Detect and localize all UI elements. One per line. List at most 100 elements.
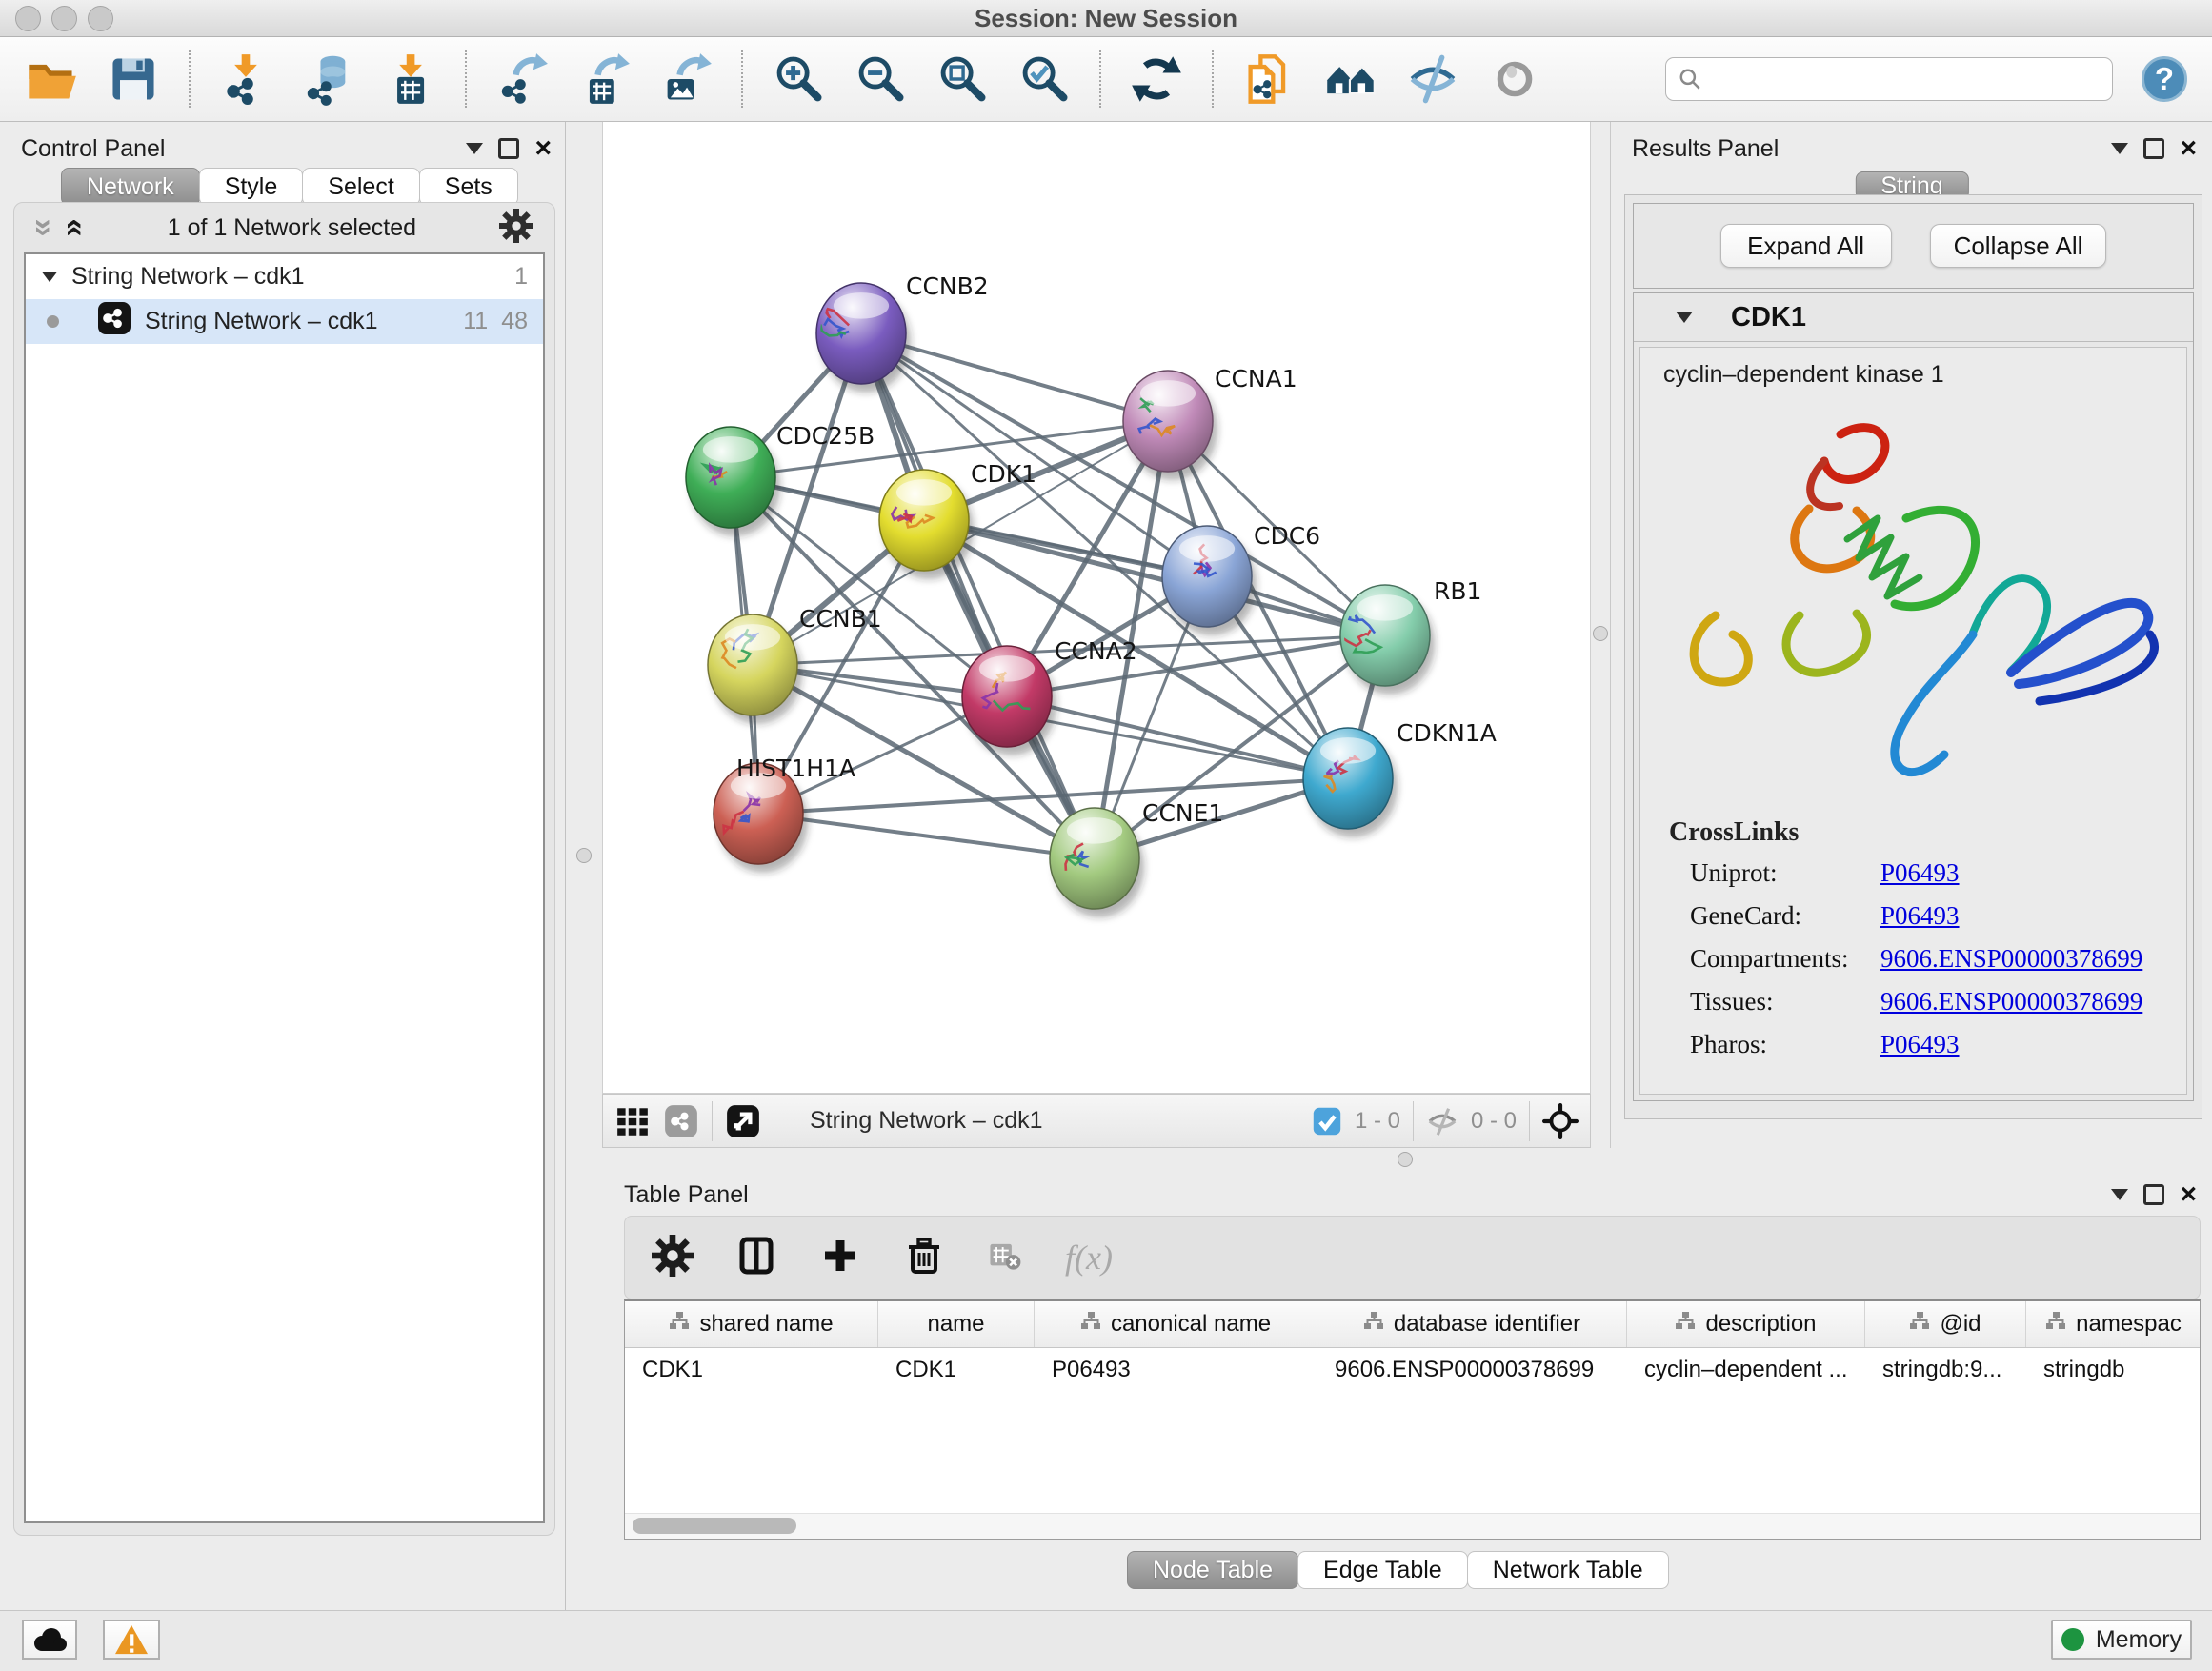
network-node-CDKN1A[interactable]: CDKN1A — [1303, 719, 1497, 837]
results-panel-float-icon[interactable] — [2111, 143, 2128, 154]
warnings-button[interactable] — [103, 1620, 160, 1660]
horizontal-splitter[interactable] — [602, 1148, 2212, 1172]
column-header--id[interactable]: @id — [1865, 1301, 2026, 1347]
tab-style[interactable]: Style — [199, 168, 304, 206]
zoom-in-icon[interactable] — [772, 52, 825, 106]
column-header-database-identifier[interactable]: database identifier — [1317, 1301, 1627, 1347]
column-header-shared-name[interactable]: shared name — [625, 1301, 878, 1347]
network-node-CCNB1[interactable]: CCNB1 — [708, 605, 882, 724]
network-edge[interactable] — [861, 333, 1095, 858]
table-cell[interactable]: 9606.ENSP00000378699 — [1317, 1348, 1627, 1392]
column-header-canonical-name[interactable]: canonical name — [1035, 1301, 1317, 1347]
table-cell[interactable]: CDK1 — [625, 1348, 878, 1392]
refresh-icon[interactable] — [1130, 52, 1183, 106]
fit-selected-crosshair-icon[interactable] — [1542, 1103, 1579, 1139]
network-from-document-icon[interactable] — [1242, 52, 1296, 106]
tab-network-table[interactable]: Network Table — [1467, 1551, 1669, 1589]
network-node-CCNE1[interactable]: CCNE1 — [1050, 799, 1223, 917]
table-row[interactable]: CDK1CDK1P064939606.ENSP00000378699cyclin… — [625, 1348, 2200, 1392]
right-splitter[interactable] — [1591, 122, 1610, 1148]
network-options-gear-icon[interactable] — [499, 209, 533, 248]
results-panel-maximize-icon[interactable] — [2143, 138, 2164, 159]
tab-edge-table[interactable]: Edge Table — [1297, 1551, 1468, 1589]
network-canvas[interactable]: CCNB2 CCNA1 CDC25B CDK1 CDC6 RB1 CCNB1 C… — [602, 122, 1591, 1094]
table-cell[interactable]: P06493 — [1035, 1348, 1317, 1392]
expand-all-button[interactable]: Expand All — [1720, 224, 1892, 268]
left-splitter-handle[interactable] — [576, 848, 592, 863]
control-panel-float-icon[interactable] — [466, 143, 483, 154]
zoom-out-icon[interactable] — [854, 52, 907, 106]
table-cell[interactable]: stringdb:9... — [1865, 1348, 2026, 1392]
crosslink-link[interactable]: P06493 — [1880, 1030, 1960, 1059]
network-collection-row[interactable]: String Network – cdk1 1 — [26, 254, 543, 299]
tab-select[interactable]: Select — [302, 168, 419, 206]
crosslink-link[interactable]: 9606.ENSP00000378699 — [1880, 944, 2142, 974]
table-panel-maximize-icon[interactable] — [2143, 1184, 2164, 1205]
search-box[interactable] — [1665, 57, 2113, 101]
left-splitter[interactable] — [566, 122, 602, 1610]
results-panel-close-icon[interactable]: × — [2180, 139, 2197, 158]
network-share-icon[interactable] — [663, 1103, 699, 1139]
collection-expand-icon[interactable] — [42, 272, 56, 281]
zoom-fit-icon[interactable] — [935, 52, 989, 106]
zoom-selected-icon[interactable] — [1017, 52, 1071, 106]
collapse-all-icon[interactable]: » — [34, 219, 53, 237]
save-session-icon[interactable] — [107, 52, 160, 106]
network-node-CCNA2[interactable]: CCNA2 — [962, 637, 1137, 755]
import-network-database-icon[interactable] — [301, 52, 354, 106]
export-table-icon[interactable] — [577, 52, 631, 106]
expand-all-icon[interactable]: « — [66, 219, 85, 237]
network-node-CDK1[interactable]: CDK1 — [879, 460, 1036, 579]
table-cell[interactable]: cyclin–dependent ... — [1627, 1348, 1865, 1392]
network-node-CDC25B[interactable]: CDC25B — [686, 422, 875, 536]
collapse-all-button[interactable]: Collapse All — [1930, 224, 2107, 268]
selected-checkbox-icon[interactable] — [1312, 1106, 1342, 1137]
birdseye-grid-icon[interactable] — [614, 1103, 651, 1139]
tab-sets[interactable]: Sets — [419, 168, 518, 206]
node-entry-header[interactable]: CDK1 — [1634, 293, 2193, 342]
right-splitter-handle[interactable] — [1593, 626, 1608, 641]
column-header-description[interactable]: description — [1627, 1301, 1865, 1347]
network-node-CCNB2[interactable]: CCNB2 — [815, 272, 989, 393]
add-column-icon[interactable] — [819, 1235, 861, 1281]
show-all-icon[interactable] — [1488, 52, 1541, 106]
cloud-status-button[interactable] — [22, 1620, 77, 1660]
hidden-eye-icon[interactable] — [1426, 1105, 1458, 1137]
table-hscrollbar[interactable] — [625, 1513, 2200, 1539]
memory-button[interactable]: Memory — [2051, 1620, 2192, 1660]
network-node-CDC6[interactable]: CDC6 — [1162, 522, 1320, 635]
control-panel-close-icon[interactable]: × — [534, 139, 552, 158]
horizontal-splitter-handle[interactable] — [1398, 1152, 1413, 1167]
control-panel-maximize-icon[interactable] — [498, 138, 519, 159]
tab-network[interactable]: Network — [61, 168, 200, 206]
show-columns-icon[interactable] — [735, 1235, 777, 1281]
open-session-icon[interactable] — [25, 52, 78, 106]
hide-selection-icon[interactable] — [1406, 52, 1459, 106]
entry-collapse-icon[interactable] — [1676, 312, 1693, 323]
table-panel-float-icon[interactable] — [2111, 1189, 2128, 1200]
crosslink-link[interactable]: P06493 — [1880, 858, 1960, 888]
network-edge[interactable] — [758, 814, 1095, 858]
first-neighbors-icon[interactable] — [1324, 52, 1377, 106]
network-node-HIST1H1A[interactable]: HIST1H1A — [714, 755, 855, 873]
network-row-selected[interactable]: String Network – cdk1 11 48 — [26, 299, 543, 344]
table-panel-close-icon[interactable]: × — [2180, 1185, 2197, 1204]
crosslink-link[interactable]: P06493 — [1880, 901, 1960, 931]
detach-view-icon[interactable] — [725, 1103, 761, 1139]
export-image-icon[interactable] — [659, 52, 713, 106]
delete-column-icon[interactable] — [903, 1235, 945, 1281]
tab-node-table[interactable]: Node Table — [1127, 1551, 1298, 1589]
table-cell[interactable]: stringdb — [2026, 1348, 2201, 1392]
export-network-icon[interactable] — [495, 52, 549, 106]
network-edge[interactable] — [1007, 696, 1348, 778]
table-hscrollbar-thumb[interactable] — [633, 1518, 796, 1534]
network-node-RB1[interactable]: RB1 — [1340, 577, 1481, 695]
column-header-namespac[interactable]: namespac — [2026, 1301, 2201, 1347]
column-header-name[interactable]: name — [878, 1301, 1035, 1347]
import-network-file-icon[interactable] — [219, 52, 272, 106]
search-input[interactable] — [1712, 65, 2101, 93]
help-button[interactable]: ? — [2142, 56, 2187, 102]
table-settings-gear-icon[interactable] — [652, 1235, 694, 1281]
crosslink-link[interactable]: 9606.ENSP00000378699 — [1880, 987, 2142, 1017]
import-table-icon[interactable] — [383, 52, 436, 106]
